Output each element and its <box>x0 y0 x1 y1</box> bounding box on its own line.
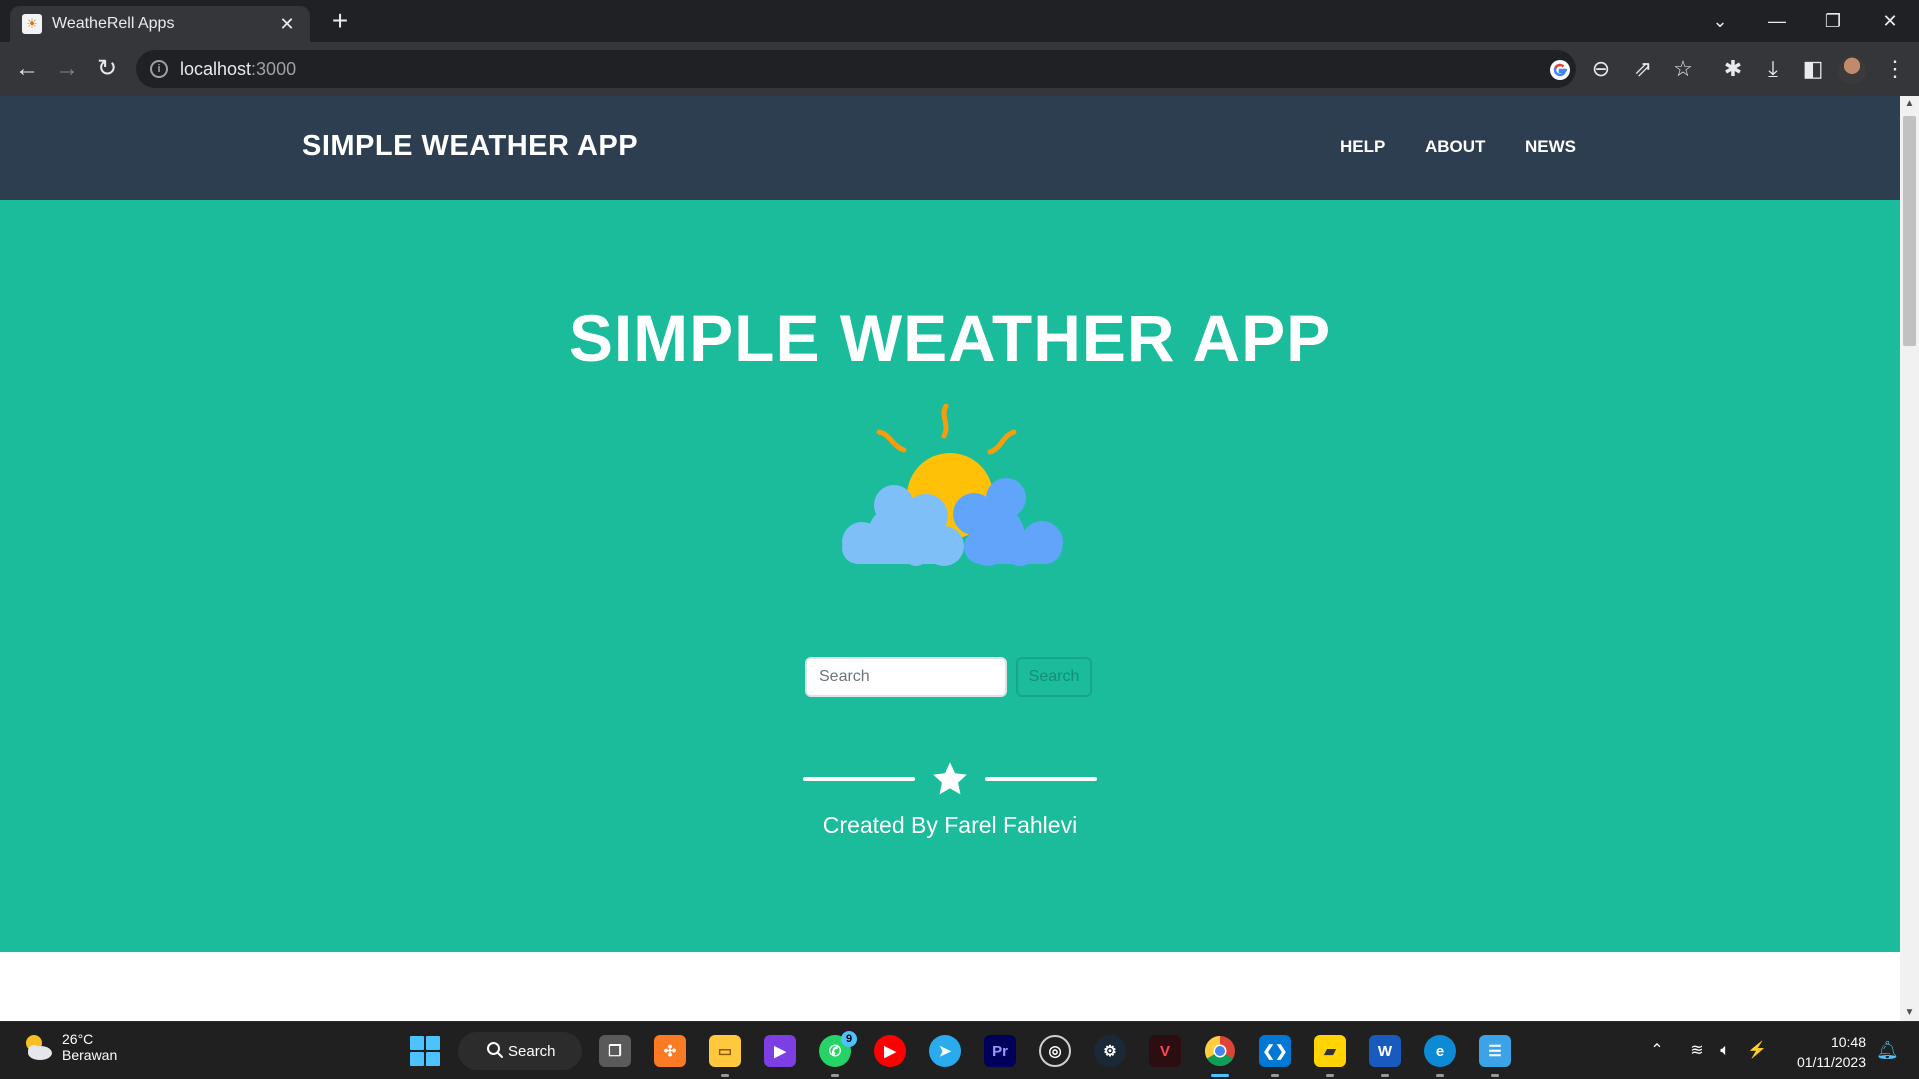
bookmark-star-icon[interactable]: ☆ <box>1668 54 1698 84</box>
windows-taskbar: 26°C Berawan Search ❐ ✣ ▭ ▶ ✆ 9 ▶ ➤ Pr ◎ … <box>0 1021 1919 1079</box>
search-button[interactable]: Search <box>1016 657 1092 697</box>
clock-time: 10:48 <box>1830 1034 1866 1050</box>
file-explorer-running-indicator <box>721 1074 729 1077</box>
tab-favicon-icon: ☀ <box>22 14 42 34</box>
task-view-icon[interactable]: ❐ <box>599 1035 631 1067</box>
word-icon[interactable]: W <box>1369 1035 1401 1067</box>
masthead: SIMPLE WEATHER APP Search Search Created… <box>0 200 1900 952</box>
chrome-icon[interactable] <box>1204 1035 1236 1067</box>
youtube-music-icon[interactable]: ▶ <box>874 1035 906 1067</box>
whatsapp-running-indicator <box>831 1074 839 1077</box>
system-clock[interactable]: 10:48 01/11/2023 <box>1776 1032 1866 1072</box>
reload-icon[interactable]: ↻ <box>92 54 122 84</box>
whatsapp-badge: 9 <box>841 1031 857 1047</box>
search-input[interactable] <box>805 657 1007 697</box>
site-info-icon[interactable]: i <box>150 60 168 78</box>
back-arrow-icon[interactable]: ← <box>12 54 42 84</box>
extensions-icon[interactable]: ✱ <box>1718 54 1748 84</box>
close-window-button[interactable]: ✕ <box>1870 6 1910 36</box>
chrome-active-indicator <box>1211 1074 1229 1077</box>
download-icon[interactable]: ⤓ <box>1758 54 1788 84</box>
star-icon <box>933 762 967 795</box>
nav-link-help[interactable]: HELP <box>1340 137 1385 157</box>
show-hidden-icons-chevron-icon[interactable]: ⌃ <box>1646 1040 1668 1062</box>
hero-title: SIMPLE WEATHER APP <box>568 301 1332 375</box>
scroll-thumb[interactable] <box>1903 116 1916 346</box>
taskbar-search-label: Search <box>508 1042 556 1060</box>
sticky-notes-running-indicator <box>1326 1074 1334 1077</box>
tab-search-icon[interactable]: ⌄ <box>1700 6 1740 36</box>
xampp-icon[interactable]: ✣ <box>654 1035 686 1067</box>
zoom-out-icon[interactable]: ⊖ <box>1586 54 1616 84</box>
word-running-indicator <box>1381 1074 1389 1077</box>
credit-text: Created By Farel Fahlevi <box>822 812 1078 838</box>
new-tab-button[interactable]: + <box>325 6 355 36</box>
taskbar-search[interactable]: Search <box>458 1032 582 1070</box>
side-panel-icon[interactable]: ◧ <box>1798 54 1828 84</box>
clock-date: 01/11/2023 <box>1796 1054 1866 1070</box>
url-host: localhost <box>180 58 252 79</box>
wifi-icon[interactable]: ≋ <box>1686 1040 1708 1062</box>
nav-link-news[interactable]: NEWS <box>1525 137 1576 157</box>
search-form: Search <box>0 657 1900 697</box>
google-lens-icon[interactable] <box>1548 58 1572 82</box>
tab-title: WeatheRell Apps <box>52 15 175 32</box>
vscode-icon[interactable]: ❮❯ <box>1259 1035 1291 1067</box>
steam-icon[interactable]: ⚙ <box>1094 1035 1126 1067</box>
weather-widget[interactable]: 26°C Berawan <box>20 1031 117 1063</box>
divider-line-right <box>985 777 1097 781</box>
share-icon[interactable]: ⇗ <box>1628 54 1658 84</box>
edge-icon[interactable]: e <box>1424 1035 1456 1067</box>
sticky-notes-icon[interactable]: ▰ <box>1314 1035 1346 1067</box>
nav-link-about[interactable]: ABOUT <box>1425 137 1485 157</box>
file-explorer-icon[interactable]: ▭ <box>709 1035 741 1067</box>
site-brand[interactable]: SIMPLE WEATHER APP <box>302 130 638 163</box>
star-divider <box>0 760 1900 798</box>
weather-temperature: 26°C <box>62 1031 94 1047</box>
notepad-icon[interactable]: ☰ <box>1479 1035 1511 1067</box>
valorant-icon[interactable]: V <box>1149 1035 1181 1067</box>
weather-condition: Berawan <box>62 1047 118 1063</box>
browser-tab[interactable]: ☀ WeatheRell Apps ✕ <box>10 6 310 42</box>
url-port: :3000 <box>251 58 297 79</box>
visual-studio-icon[interactable]: ▶ <box>764 1035 796 1067</box>
site-navbar: SIMPLE WEATHER APP HELP ABOUT NEWS <box>0 96 1900 200</box>
address-bar[interactable]: i localhost :3000 <box>136 50 1576 88</box>
vscode-running-indicator <box>1271 1074 1279 1077</box>
menu-kebab-icon[interactable]: ⋮ <box>1880 54 1910 84</box>
notepad-running-indicator <box>1491 1074 1499 1077</box>
profile-avatar[interactable] <box>1838 56 1866 84</box>
whatsapp-icon[interactable]: ✆ 9 <box>819 1031 857 1067</box>
divider-line-left <box>803 777 915 781</box>
edge-running-indicator <box>1436 1074 1444 1077</box>
browser-toolbar: ← → ↻ i localhost :3000 ⊖ ⇗ ☆ ✱ ⤓ ◧ ⋮ <box>0 42 1919 96</box>
scroll-up-icon[interactable]: ▲ <box>1900 96 1919 112</box>
page-scrollbar[interactable]: ▲ ▼ <box>1900 96 1919 1021</box>
browser-tab-strip: ☀ WeatheRell Apps ✕ + ⌄ — ❐ ✕ <box>0 0 1919 42</box>
windows-start-icon[interactable] <box>410 1036 440 1066</box>
restore-button[interactable]: ❐ <box>1813 6 1853 36</box>
volume-icon[interactable]: 🔈︎ <box>1714 1040 1736 1062</box>
tab-close-icon[interactable]: ✕ <box>276 14 298 35</box>
premiere-pro-icon[interactable]: Pr <box>984 1035 1016 1067</box>
scroll-down-icon[interactable]: ▼ <box>1900 1005 1919 1021</box>
partly-cloudy-icon <box>26 1035 52 1060</box>
obs-studio-icon[interactable]: ◎ <box>1039 1035 1071 1067</box>
page-viewport: SIMPLE WEATHER APP HELP ABOUT NEWS SIMPL… <box>0 96 1900 1021</box>
search-icon <box>487 1042 503 1058</box>
battery-charging-icon[interactable]: ⚡ <box>1746 1040 1768 1062</box>
sun-behind-clouds-icon <box>842 403 1063 566</box>
minimize-button[interactable]: — <box>1757 6 1797 36</box>
notification-bell-icon[interactable]: 🔔︎ <box>1876 1040 1899 1062</box>
telegram-icon[interactable]: ➤ <box>929 1035 961 1067</box>
forward-arrow-icon[interactable]: → <box>52 54 82 84</box>
